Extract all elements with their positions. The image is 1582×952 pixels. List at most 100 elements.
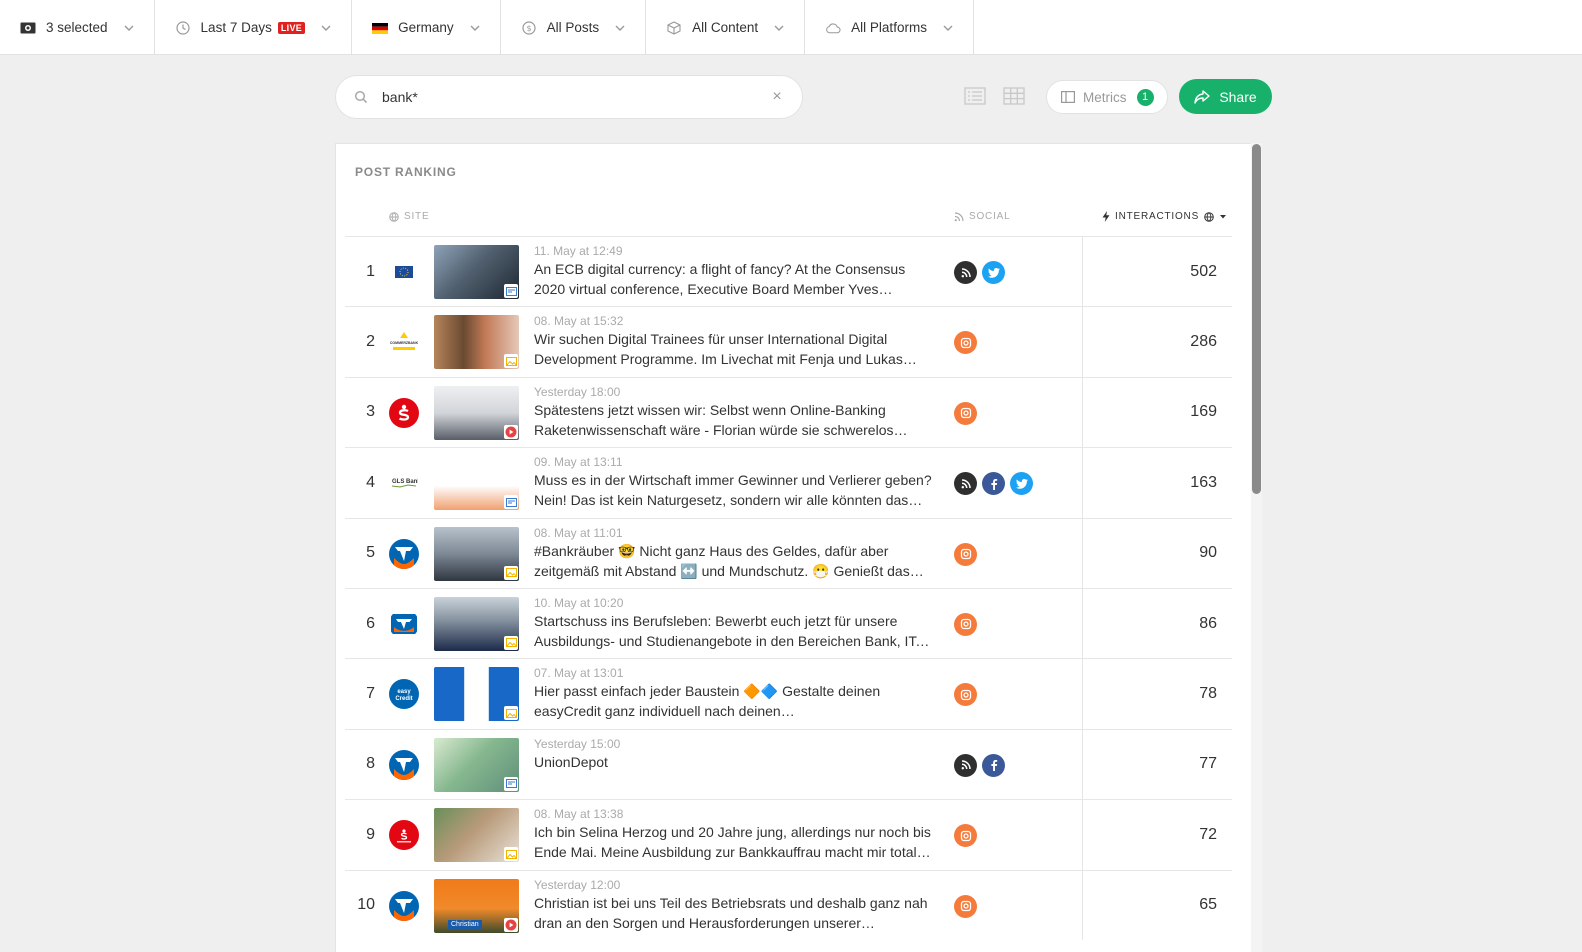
table-row[interactable]: 6 10. May at 10:20 Startschuss ins Beruf…	[345, 587, 1232, 659]
column-divider	[1082, 307, 1083, 377]
site-logo[interactable]	[389, 820, 419, 851]
site-logo[interactable]	[389, 538, 419, 569]
post-thumbnail[interactable]: Christian	[434, 878, 519, 933]
live-badge: LIVE	[277, 21, 306, 34]
post-thumbnail[interactable]	[434, 315, 519, 370]
column-divider	[1082, 237, 1083, 307]
post-thumbnail[interactable]	[434, 596, 519, 651]
site-logo[interactable]	[389, 397, 419, 428]
post-text[interactable]: #Bankräuber 🤓 Nicht ganz Haus des Geldes…	[534, 541, 932, 581]
instagram-icon[interactable]	[954, 331, 977, 355]
instagram-icon[interactable]	[954, 824, 977, 848]
post-thumbnail[interactable]	[434, 526, 519, 581]
post-info[interactable]: Yesterday 12:00 Christian ist bei uns Te…	[534, 878, 932, 933]
facebook-icon[interactable]	[982, 472, 1005, 496]
site-logo[interactable]	[389, 749, 419, 780]
instagram-icon[interactable]	[954, 542, 977, 566]
twitter-icon[interactable]	[982, 261, 1005, 284]
post-text[interactable]: Christian ist bei uns Teil des Betriebsr…	[534, 893, 932, 933]
metrics-button[interactable]: Metrics 1	[1046, 80, 1168, 114]
rss-icon[interactable]	[954, 261, 977, 284]
instagram-icon[interactable]	[954, 683, 977, 707]
filter-content[interactable]: All Content	[646, 0, 806, 55]
table-row[interactable]: 7 easy Credit 07. May at 13:01 Hier passt…	[345, 658, 1232, 729]
clock-icon	[175, 20, 191, 36]
table-row[interactable]: 10 Christian Yesterday 12:00 Christian i…	[345, 869, 1232, 940]
post-thumbnail[interactable]	[434, 385, 519, 440]
post-info[interactable]: 10. May at 10:20 Startschuss ins Berufsl…	[534, 596, 932, 651]
video-post-icon	[504, 917, 518, 932]
filter-country[interactable]: Germany	[352, 0, 501, 55]
table-row[interactable]: 1 11. May at 12:49 An ECB digital curren…	[345, 236, 1232, 307]
interactions-value: 65	[1199, 896, 1217, 914]
instagram-icon[interactable]	[954, 612, 977, 636]
panel-title: POST RANKING	[355, 165, 457, 179]
site-logo[interactable]: easy Credit	[389, 679, 419, 710]
column-header-social: SOCIAL	[954, 211, 1010, 222]
site-logo[interactable]	[389, 890, 419, 921]
grid-view-icon[interactable]	[1003, 86, 1025, 106]
filter-profiles[interactable]: 3 selected	[0, 0, 155, 55]
table-row[interactable]: 3 Yesterday 18:00 Spätestens jetzt wisse…	[345, 376, 1232, 448]
instagram-icon[interactable]	[954, 894, 977, 918]
table-row[interactable]: 8 Yesterday 15:00 UnionDepot 77	[345, 728, 1232, 800]
post-info[interactable]: 08. May at 15:32 Wir suchen Digital Trai…	[534, 314, 932, 369]
column-divider	[1082, 800, 1083, 870]
filter-date-range[interactable]: Last 7 Days LIVE	[155, 0, 353, 55]
post-info[interactable]: Yesterday 15:00 UnionDepot	[534, 737, 932, 772]
post-thumbnail[interactable]	[434, 456, 519, 511]
post-info[interactable]: 07. May at 13:01 Hier passt einfach jede…	[534, 666, 932, 721]
filter-platforms[interactable]: All Platforms	[805, 0, 974, 55]
site-logo[interactable]	[389, 608, 419, 639]
link-post-icon	[504, 284, 518, 298]
chevron-down-icon	[321, 25, 331, 31]
post-text[interactable]: Wir suchen Digital Trainees für unser In…	[534, 329, 932, 369]
filter-posts[interactable]: $ All Posts	[501, 0, 647, 55]
twitter-icon[interactable]	[1010, 472, 1033, 496]
list-view-icon[interactable]	[964, 86, 986, 106]
metrics-count-badge: 1	[1136, 88, 1154, 106]
post-text[interactable]: Hier passt einfach jeder Baustein 🔶🔷 Ges…	[534, 681, 932, 721]
column-header-interactions[interactable]: INTERACTIONS	[1102, 211, 1227, 222]
post-text[interactable]: Ich bin Selina Herzog und 20 Jahre jung,…	[534, 822, 932, 862]
post-info[interactable]: 11. May at 12:49 An ECB digital currency…	[534, 244, 932, 299]
search-icon	[354, 90, 368, 104]
social-icons	[954, 612, 977, 636]
post-text[interactable]: An ECB digital currency: a flight of fan…	[534, 259, 932, 299]
instagram-icon[interactable]	[954, 401, 977, 425]
rss-icon[interactable]	[954, 753, 977, 777]
post-thumbnail[interactable]	[434, 245, 519, 299]
table-row[interactable]: 4 GLS Bank 09. May at 13:11 Muss es in d…	[345, 447, 1232, 518]
site-logo[interactable]: COMMERZBANK	[389, 327, 419, 358]
sort-desc-icon	[1220, 214, 1227, 218]
thumbnail-caption: Christian	[448, 919, 482, 929]
search-input[interactable]	[382, 89, 770, 105]
post-text[interactable]: UnionDepot	[534, 752, 932, 772]
post-thumbnail[interactable]	[434, 808, 519, 863]
post-text[interactable]: Muss es in der Wirtschaft immer Gewinner…	[534, 470, 932, 510]
facebook-icon[interactable]	[982, 753, 1005, 777]
table-row[interactable]: 9 08. May at 13:38 Ich bin Selina Herzog…	[345, 799, 1232, 870]
post-info[interactable]: Yesterday 18:00 Spätestens jetzt wissen …	[534, 385, 932, 440]
scrollbar-thumb[interactable]	[1252, 144, 1261, 494]
post-thumbnail[interactable]	[434, 737, 519, 792]
filter-label: All Platforms	[851, 20, 927, 35]
table-row[interactable]: 5 08. May at 11:01 #Bankräuber 🤓 Nicht g…	[345, 517, 1232, 588]
interactions-value: 72	[1199, 825, 1217, 843]
table-row[interactable]: 2 COMMERZBANK 08. May at 15:32 Wir suche…	[345, 306, 1232, 377]
social-icons	[954, 683, 977, 707]
post-thumbnail[interactable]	[434, 667, 519, 722]
site-logo[interactable]: GLS Bank	[389, 468, 419, 499]
post-text[interactable]: Startschuss ins Berufsleben: Bewerbt euc…	[534, 611, 932, 651]
social-icons	[954, 894, 977, 918]
site-logo[interactable]	[389, 257, 419, 287]
share-label: Share	[1219, 88, 1257, 105]
post-info[interactable]: 08. May at 13:38 Ich bin Selina Herzog u…	[534, 807, 932, 862]
post-text[interactable]: Spätestens jetzt wissen wir: Selbst wenn…	[534, 400, 932, 440]
clear-search-icon[interactable]: ×	[770, 88, 784, 106]
post-info[interactable]: 09. May at 13:11 Muss es in der Wirtscha…	[534, 455, 932, 510]
rss-icon[interactable]	[954, 472, 977, 496]
chevron-down-icon	[124, 25, 134, 31]
post-info[interactable]: 08. May at 11:01 #Bankräuber 🤓 Nicht gan…	[534, 526, 932, 581]
share-button[interactable]: Share	[1179, 79, 1272, 114]
